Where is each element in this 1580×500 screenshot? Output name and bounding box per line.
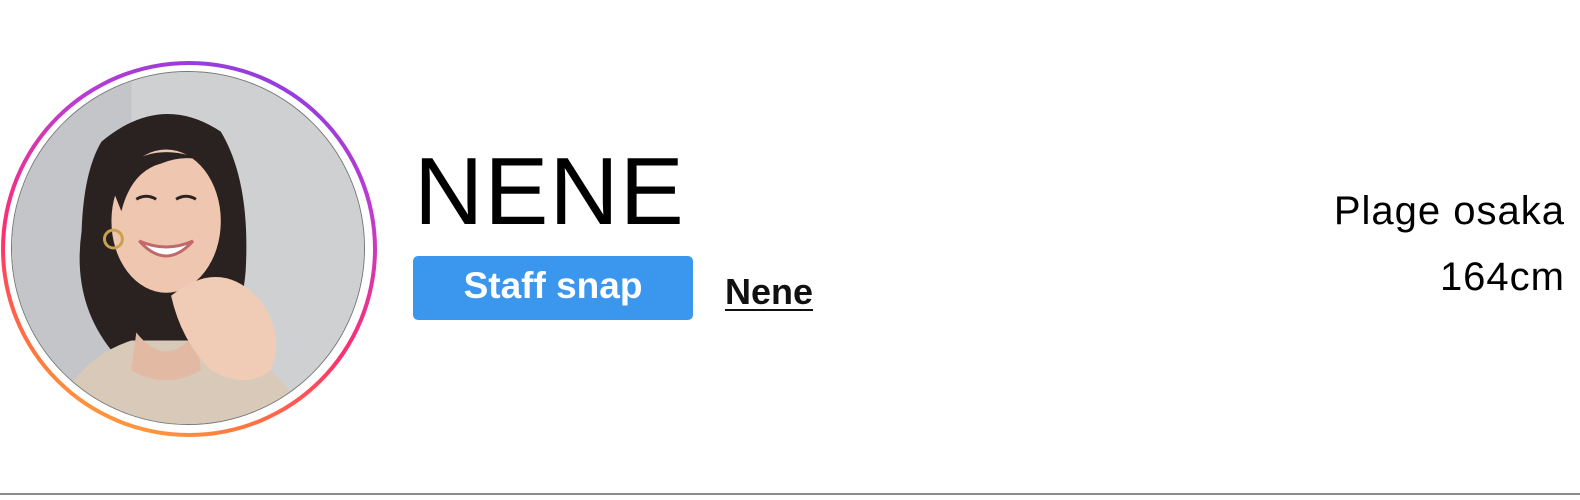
profile-name: NENE (414, 138, 685, 245)
profile-meta: Plage osaka 164cm (1334, 178, 1565, 310)
avatar-image (12, 72, 364, 424)
profile-tags: Staff snap Nene (413, 256, 813, 320)
staff-name-link[interactable]: Nene (725, 263, 813, 313)
staff-profile-header: NENE Staff snap Nene Plage osaka 164cm (0, 0, 1580, 493)
shop-name: Plage osaka (1333, 189, 1565, 233)
avatar[interactable] (1, 61, 377, 437)
divider (0, 493, 1580, 495)
staff-height: 164cm (1439, 255, 1565, 299)
avatar-photo (11, 71, 365, 425)
staff-snap-button[interactable]: Staff snap (413, 256, 693, 320)
